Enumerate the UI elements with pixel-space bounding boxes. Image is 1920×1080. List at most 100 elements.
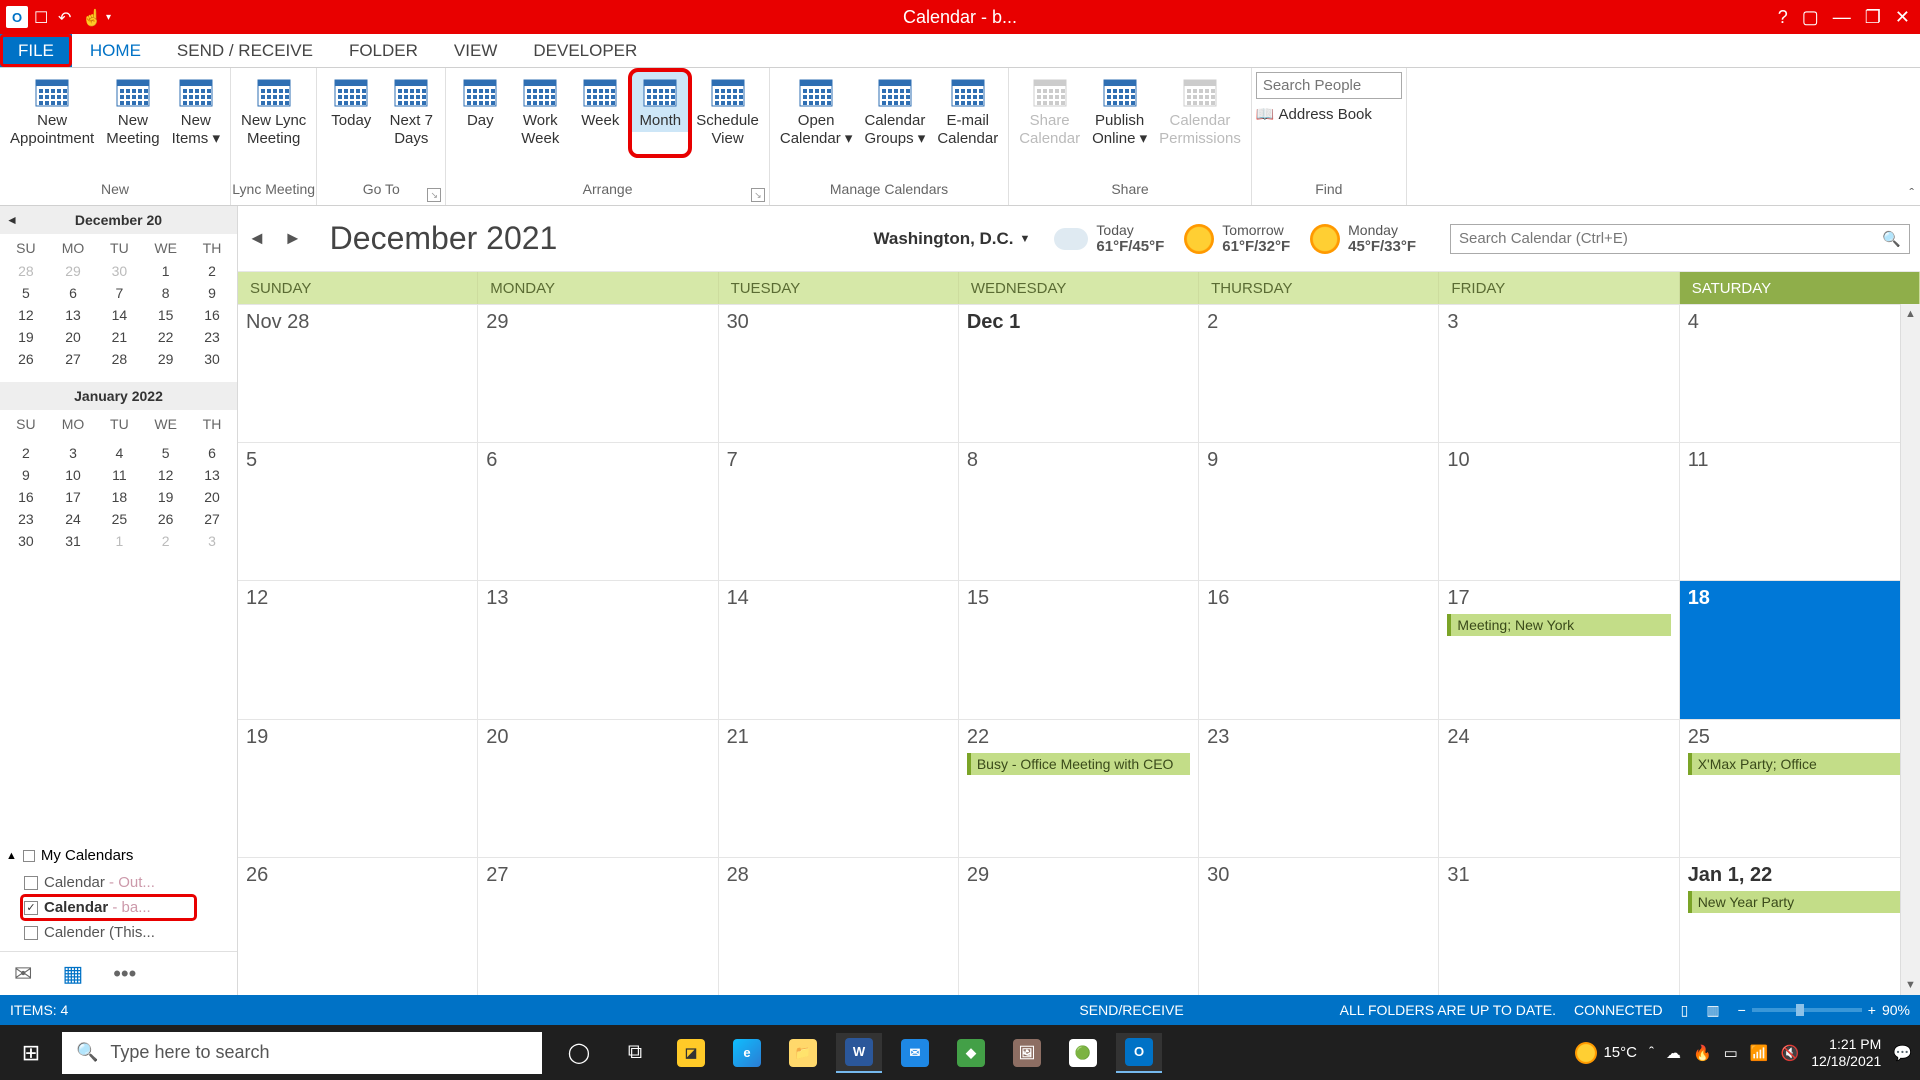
- calendar-day-cell[interactable]: 10: [1439, 443, 1679, 580]
- calendar-day-cell[interactable]: 8: [959, 443, 1199, 580]
- calendar-grid[interactable]: Nov 282930Dec 1234567891011121314151617M…: [238, 304, 1920, 995]
- tab-send-receive[interactable]: SEND / RECEIVE: [159, 34, 331, 67]
- checkbox-icon[interactable]: [24, 926, 38, 940]
- calendar-list-item[interactable]: Calendar - Out...: [4, 870, 233, 895]
- calendar-day-cell[interactable]: 22Busy - Office Meeting with CEO: [959, 720, 1199, 857]
- calendar-day-cell[interactable]: 20: [478, 720, 718, 857]
- goto-dialog-launcher-icon[interactable]: ↘: [427, 188, 441, 202]
- calendar-day-cell[interactable]: 27: [478, 858, 718, 995]
- calendar-day-cell[interactable]: 30: [719, 305, 959, 442]
- file-explorer-icon[interactable]: 📁: [780, 1033, 826, 1073]
- checkbox-icon[interactable]: [23, 850, 35, 862]
- zoom-slider[interactable]: [1752, 1008, 1862, 1012]
- calendar-day-cell[interactable]: 9: [1199, 443, 1439, 580]
- start-button[interactable]: ⊞: [0, 1025, 62, 1080]
- arrange-work-button[interactable]: WorkWeek: [510, 72, 570, 150]
- mini-calendar-2[interactable]: SUMOTUWETH234569101112131617181920232425…: [0, 410, 237, 554]
- tray-overflow-icon[interactable]: ˆ: [1649, 1044, 1654, 1061]
- goto-next--button[interactable]: Next 7Days: [381, 72, 441, 150]
- calendar-day-cell[interactable]: Dec 1: [959, 305, 1199, 442]
- calendar-event[interactable]: Busy - Office Meeting with CEO: [967, 753, 1190, 775]
- calendar-event[interactable]: X'Max Party; Office: [1688, 753, 1911, 775]
- new-new-button[interactable]: NewAppointment: [4, 72, 100, 150]
- qat-dropdown-icon[interactable]: ▾: [106, 12, 111, 23]
- calendar-list-item[interactable]: Calender (This...: [4, 920, 233, 945]
- help-icon[interactable]: ?: [1778, 7, 1788, 28]
- minimize-icon[interactable]: —: [1833, 7, 1851, 28]
- taskbar-search[interactable]: 🔍 Type here to search: [62, 1032, 542, 1074]
- calendar-event[interactable]: Meeting; New York: [1447, 614, 1670, 636]
- cal-prev-icon[interactable]: ◄: [248, 228, 266, 249]
- calendar-day-cell[interactable]: 7: [719, 443, 959, 580]
- address-book-button[interactable]: 📖 Address Book: [1256, 105, 1372, 123]
- battery-icon[interactable]: ▭: [1724, 1044, 1738, 1062]
- onedrive-icon[interactable]: ☁: [1666, 1044, 1681, 1062]
- outlook-taskbar-icon[interactable]: O: [1116, 1033, 1162, 1073]
- scroll-down-icon[interactable]: ▼: [1901, 975, 1920, 995]
- arrange-schedule-button[interactable]: ScheduleView: [690, 72, 765, 150]
- calendar-day-cell[interactable]: 13: [478, 581, 718, 718]
- edge-icon[interactable]: e: [724, 1033, 770, 1073]
- tab-folder[interactable]: FOLDER: [331, 34, 436, 67]
- tab-developer[interactable]: DEVELOPER: [515, 34, 655, 67]
- collapse-ribbon-icon[interactable]: ˆ: [1909, 185, 1914, 201]
- calendar-day-cell[interactable]: 6: [478, 443, 718, 580]
- word-icon[interactable]: W: [836, 1033, 882, 1073]
- calendar-nav-icon[interactable]: ▦: [62, 961, 83, 987]
- weather-tray[interactable]: 15°C: [1575, 1042, 1637, 1064]
- share-publish-button[interactable]: PublishOnline ▾: [1086, 72, 1153, 150]
- sticky-notes-icon[interactable]: ◪: [668, 1033, 714, 1073]
- calendar-event[interactable]: New Year Party: [1688, 891, 1911, 913]
- mail-nav-icon[interactable]: ✉: [14, 961, 32, 987]
- calendar-day-cell[interactable]: 12: [238, 581, 478, 718]
- tray-app-icon[interactable]: 🔥: [1693, 1044, 1712, 1062]
- vertical-scrollbar[interactable]: ▲ ▼: [1900, 304, 1920, 995]
- calendar-day-cell[interactable]: 30: [1199, 858, 1439, 995]
- checkbox-icon[interactable]: [24, 876, 38, 890]
- volume-icon[interactable]: 🔇: [1781, 1044, 1800, 1062]
- maximize-icon[interactable]: ❐: [1865, 7, 1881, 28]
- manage-e-mail-button[interactable]: E-mailCalendar: [931, 72, 1004, 150]
- calendar-day-cell[interactable]: 11: [1680, 443, 1920, 580]
- calendar-day-cell[interactable]: 18: [1680, 581, 1920, 718]
- arrange-week-button[interactable]: Week: [570, 72, 630, 132]
- taskbar-clock[interactable]: 1:21 PM 12/18/2021: [1811, 1036, 1881, 1070]
- new-new-button[interactable]: NewMeeting: [100, 72, 165, 150]
- calendar-day-cell[interactable]: 21: [719, 720, 959, 857]
- tab-file[interactable]: FILE: [0, 34, 72, 67]
- calendar-day-cell[interactable]: 3: [1439, 305, 1679, 442]
- tab-view[interactable]: VIEW: [436, 34, 515, 67]
- zoom-out-icon[interactable]: −: [1738, 1002, 1746, 1018]
- calendar-day-cell[interactable]: 24: [1439, 720, 1679, 857]
- calendar-day-cell[interactable]: 16: [1199, 581, 1439, 718]
- calendar-day-cell[interactable]: Jan 1, 22New Year Party: [1680, 858, 1920, 995]
- calendar-day-cell[interactable]: 5: [238, 443, 478, 580]
- mail-icon[interactable]: ✉: [892, 1033, 938, 1073]
- calendar-day-cell[interactable]: 29: [478, 305, 718, 442]
- notifications-icon[interactable]: 💬: [1893, 1044, 1912, 1062]
- arrange-dialog-launcher-icon[interactable]: ↘: [751, 188, 765, 202]
- more-nav-icon[interactable]: •••: [113, 961, 136, 987]
- arrange-day-button[interactable]: Day: [450, 72, 510, 132]
- app-image-icon[interactable]: 🖼: [1004, 1033, 1050, 1073]
- calendar-day-cell[interactable]: 29: [959, 858, 1199, 995]
- weather-location[interactable]: Washington, D.C. ▼: [873, 229, 1030, 249]
- tab-home[interactable]: HOME: [72, 34, 159, 67]
- scroll-up-icon[interactable]: ▲: [1901, 304, 1920, 324]
- calendar-day-cell[interactable]: Nov 28: [238, 305, 478, 442]
- new-new-button[interactable]: NewItems ▾: [166, 72, 226, 150]
- wifi-icon[interactable]: 📶: [1750, 1044, 1769, 1062]
- calendar-day-cell[interactable]: 2: [1199, 305, 1439, 442]
- zoom-in-icon[interactable]: +: [1868, 1002, 1876, 1018]
- calendar-list-item[interactable]: ✓ Calendar - ba...: [4, 895, 233, 920]
- task-view-icon[interactable]: ⧉: [612, 1033, 658, 1073]
- checkbox-icon[interactable]: ✓: [24, 901, 38, 915]
- calendar-day-cell[interactable]: 31: [1439, 858, 1679, 995]
- calendar-day-cell[interactable]: 4: [1680, 305, 1920, 442]
- calendar-day-cell[interactable]: 28: [719, 858, 959, 995]
- calendar-search-input[interactable]: Search Calendar (Ctrl+E) 🔍: [1450, 224, 1910, 254]
- calendar-day-cell[interactable]: 23: [1199, 720, 1439, 857]
- close-icon[interactable]: ✕: [1895, 7, 1910, 28]
- calendar-day-cell[interactable]: 17Meeting; New York: [1439, 581, 1679, 718]
- calendar-day-cell[interactable]: 19: [238, 720, 478, 857]
